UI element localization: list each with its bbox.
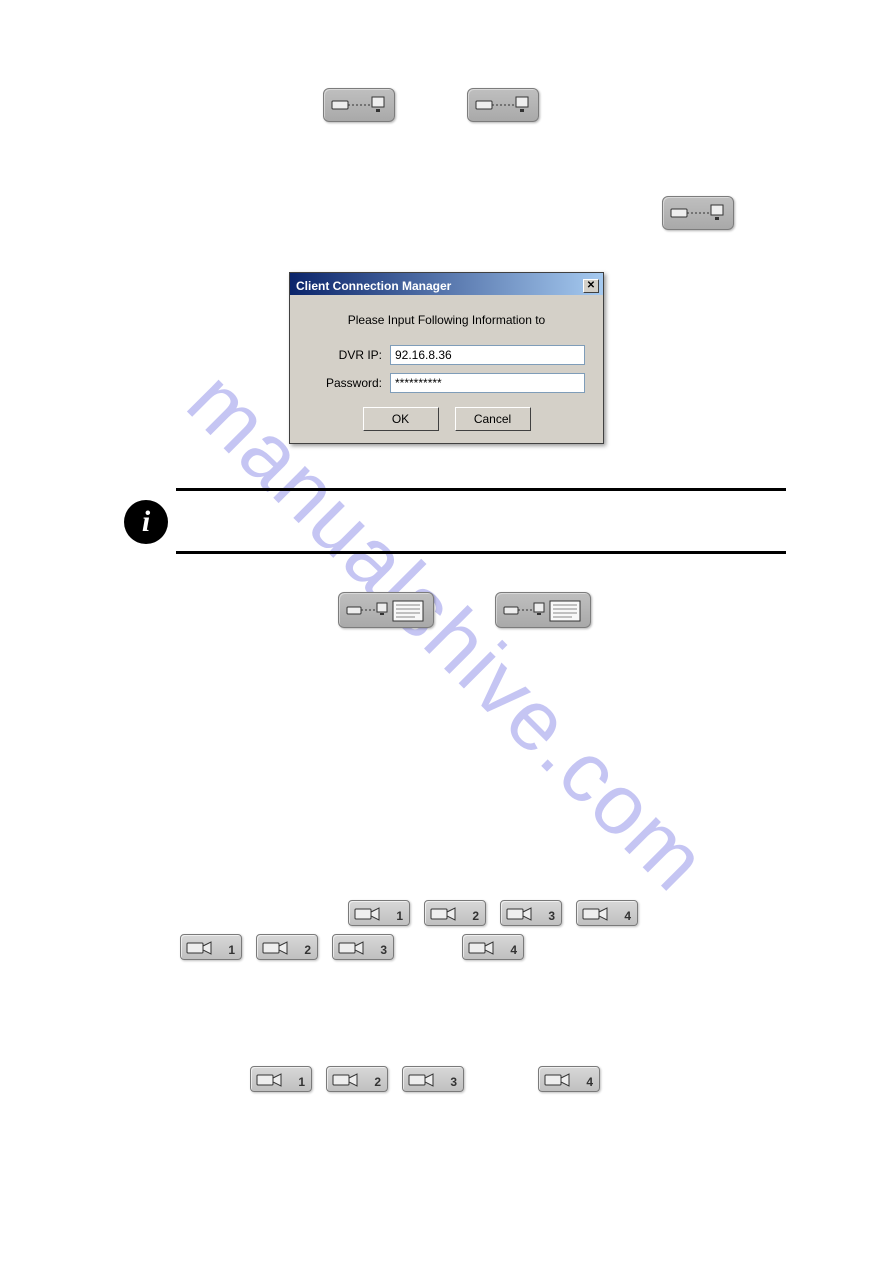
camera-icon — [467, 939, 497, 957]
camera-button-2b[interactable]: 2 — [256, 934, 318, 960]
camera-number: 4 — [510, 943, 517, 957]
camera-icon — [337, 939, 367, 957]
dialog-titlebar: Client Connection Manager ✕ — [290, 273, 603, 295]
network-icon — [474, 95, 534, 117]
dvr-ip-input[interactable] — [390, 345, 585, 365]
camera-icon — [407, 1071, 437, 1089]
camera-button-3[interactable]: 3 — [500, 900, 562, 926]
camera-number: 3 — [380, 943, 387, 957]
camera-button-3b[interactable]: 3 — [332, 934, 394, 960]
camera-icon — [261, 939, 291, 957]
client-connection-dialog: Client Connection Manager ✕ Please Input… — [289, 272, 604, 444]
connect-icon-button-3[interactable] — [662, 196, 734, 230]
connect-icon-button-2[interactable] — [467, 88, 539, 122]
camera-icon — [429, 905, 459, 923]
camera-button-1b[interactable]: 1 — [180, 934, 242, 960]
camera-button-4c[interactable]: 4 — [538, 1066, 600, 1092]
camera-number: 1 — [396, 909, 403, 923]
camera-button-1c[interactable]: 1 — [250, 1066, 312, 1092]
camera-icon — [185, 939, 215, 957]
camera-number: 1 — [228, 943, 235, 957]
camera-icon — [543, 1071, 573, 1089]
cancel-button[interactable]: Cancel — [455, 407, 531, 431]
connect-icon-button-1[interactable] — [323, 88, 395, 122]
camera-number: 4 — [624, 909, 631, 923]
camera-number: 3 — [450, 1075, 457, 1089]
dialog-body: Please Input Following Information to DV… — [290, 295, 603, 443]
dialog-message: Please Input Following Information to — [308, 313, 585, 327]
divider — [176, 551, 786, 554]
network-log-icon — [345, 599, 429, 623]
info-icon: i — [124, 500, 168, 544]
password-label: Password: — [308, 376, 390, 390]
camera-number: 3 — [548, 909, 555, 923]
network-icon — [330, 95, 390, 117]
password-input[interactable] — [390, 373, 585, 393]
divider — [176, 488, 786, 491]
camera-button-2c[interactable]: 2 — [326, 1066, 388, 1092]
camera-icon — [353, 905, 383, 923]
camera-button-2[interactable]: 2 — [424, 900, 486, 926]
log-icon-button-2[interactable] — [495, 592, 591, 628]
camera-icon — [331, 1071, 361, 1089]
camera-number: 2 — [374, 1075, 381, 1089]
camera-number: 1 — [298, 1075, 305, 1089]
camera-icon — [581, 905, 611, 923]
network-log-icon — [502, 599, 586, 623]
camera-button-4[interactable]: 4 — [576, 900, 638, 926]
camera-icon — [255, 1071, 285, 1089]
close-button[interactable]: ✕ — [583, 279, 599, 293]
camera-number: 2 — [304, 943, 311, 957]
dialog-title: Client Connection Manager — [296, 279, 451, 293]
dvr-ip-label: DVR IP: — [308, 348, 390, 362]
camera-button-1[interactable]: 1 — [348, 900, 410, 926]
camera-number: 2 — [472, 909, 479, 923]
network-icon — [669, 203, 729, 225]
ok-button[interactable]: OK — [363, 407, 439, 431]
log-icon-button-1[interactable] — [338, 592, 434, 628]
camera-icon — [505, 905, 535, 923]
camera-number: 4 — [586, 1075, 593, 1089]
camera-button-3c[interactable]: 3 — [402, 1066, 464, 1092]
camera-button-4b[interactable]: 4 — [462, 934, 524, 960]
